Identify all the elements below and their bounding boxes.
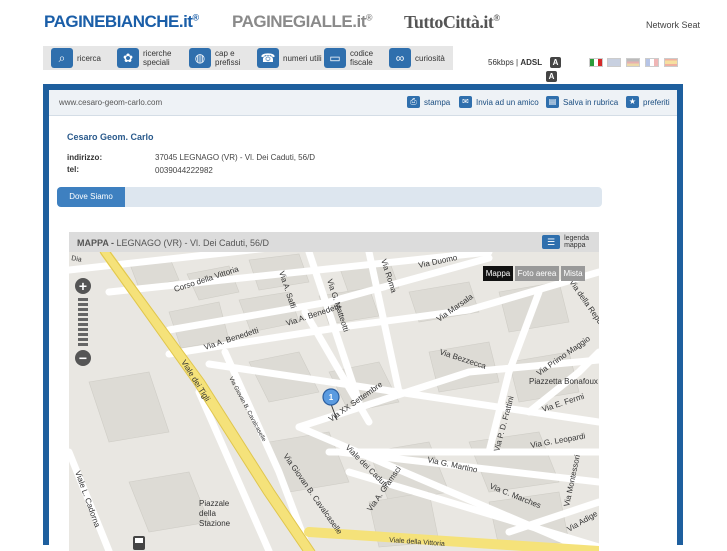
zoom-level-tick[interactable] bbox=[78, 323, 88, 326]
site-header: PAGINEBIANCHE.it® PAGINEGIALLE.it® Tutto… bbox=[0, 0, 727, 44]
flag-france-icon[interactable] bbox=[645, 58, 659, 67]
zoom-level-tick[interactable] bbox=[78, 343, 88, 346]
tel-label: tel: bbox=[67, 165, 79, 174]
font-size-badge-a[interactable]: A bbox=[550, 57, 561, 68]
tuttocitta-logo[interactable]: TuttoCittà.it® bbox=[404, 12, 500, 33]
map-header: MAPPA - LEGNAGO (VR) - Vl. Dei Caduti, 5… bbox=[69, 232, 599, 252]
zoom-out-button[interactable]: − bbox=[75, 350, 91, 366]
chain-icon: ∞ bbox=[389, 48, 411, 68]
tab-dove-siamo[interactable]: Dove Siamo bbox=[57, 187, 125, 207]
flag-germany-icon[interactable] bbox=[626, 58, 640, 67]
paginebianche-logo[interactable]: PAGINEBIANCHE.it® bbox=[44, 12, 199, 32]
map-title: MAPPA - LEGNAGO (VR) - Vl. Dei Caduti, 5… bbox=[77, 238, 270, 248]
website-link[interactable]: www.cesaro-geom-carlo.com bbox=[59, 98, 162, 107]
phone-icon: ☎ bbox=[257, 48, 279, 68]
zoom-level-tick[interactable] bbox=[78, 338, 88, 341]
speed-56k-link[interactable]: 56kbps bbox=[488, 58, 514, 67]
nav-item-ricerca[interactable]: ⌕ ricerca bbox=[51, 48, 117, 68]
search-icon: ⌕ bbox=[51, 48, 73, 68]
zoom-level-tick[interactable] bbox=[78, 313, 88, 316]
street-label: Stazione bbox=[199, 519, 231, 528]
addressbook-icon: ▤ bbox=[546, 96, 559, 108]
zoom-level-tick[interactable] bbox=[78, 298, 88, 301]
network-seat-link[interactable]: Network Seat bbox=[646, 20, 700, 30]
zoom-level-tick[interactable] bbox=[78, 328, 88, 331]
zoom-level-tick[interactable] bbox=[78, 333, 88, 336]
zoom-level-tick[interactable] bbox=[78, 308, 88, 311]
map-legend-button[interactable]: ☰ legenda mappa bbox=[542, 235, 589, 249]
nav-item-codice-fiscale[interactable]: ▭ codice fiscale bbox=[324, 48, 390, 68]
print-button[interactable]: ⎙ stampa bbox=[407, 96, 450, 108]
service-nav: ⌕ ricerca ✿ ricerche speciali ◍ cap e pr… bbox=[43, 46, 453, 70]
listing-toolbar: www.cesaro-geom-carlo.com ⎙ stampa ✉ Invia… bbox=[49, 90, 677, 116]
map-canvas: Corso della Vittoria Via A. Saffi Via G.… bbox=[69, 252, 599, 551]
zoom-in-button[interactable]: + bbox=[75, 278, 91, 294]
save-to-addressbook-button[interactable]: ▤ Salva in rubrica bbox=[546, 96, 618, 108]
nav-item-curiosita[interactable]: ∞ curiosità bbox=[389, 48, 455, 68]
nav-item-ricerche-speciali[interactable]: ✿ ricerche speciali bbox=[117, 48, 183, 68]
street-label: della bbox=[199, 509, 216, 518]
star-icon: ★ bbox=[626, 96, 639, 108]
flag-spain-icon[interactable] bbox=[664, 58, 678, 67]
speed-adsl-link[interactable]: ADSL bbox=[520, 58, 542, 67]
street-map[interactable]: Corso della Vittoria Via A. Saffi Via G.… bbox=[69, 252, 599, 551]
zoom-level-tick[interactable] bbox=[78, 318, 88, 321]
zoom-level-tick[interactable] bbox=[78, 303, 88, 306]
paginegialle-logo[interactable]: PAGINEGIALLE.it® bbox=[232, 12, 373, 32]
font-size-badge-b[interactable]: A bbox=[546, 71, 557, 82]
puzzle-icon: ✿ bbox=[117, 48, 139, 68]
address-value: 37045 LEGNAGO (VR) - Vl. Dei Caduti, 56/… bbox=[155, 153, 316, 162]
flag-italy-icon[interactable] bbox=[589, 58, 603, 67]
listing-panel: www.cesaro-geom-carlo.com ⎙ stampa ✉ Invia… bbox=[43, 84, 683, 551]
flag-uk-icon[interactable] bbox=[607, 58, 621, 67]
favorites-button[interactable]: ★ preferiti bbox=[626, 96, 670, 108]
send-to-friend-button[interactable]: ✉ Invia ad un amico bbox=[459, 96, 539, 108]
printer-icon: ⎙ bbox=[407, 96, 420, 108]
map-location: LEGNAGO (VR) - Vl. Dei Caduti, 56/D bbox=[116, 238, 270, 248]
street-label: Piazzale bbox=[199, 499, 230, 508]
nav-item-cap-prefissi[interactable]: ◍ cap e prefissi bbox=[189, 48, 255, 68]
address-label: indirizzo: bbox=[67, 153, 103, 162]
map-type-foto-button[interactable]: Foto aerea bbox=[515, 266, 559, 281]
map-type-mista-button[interactable]: Mista bbox=[561, 266, 585, 281]
list-icon: ☰ bbox=[542, 235, 561, 249]
zoom-control: + − bbox=[74, 278, 92, 378]
map-type-mappa-button[interactable]: Mappa bbox=[483, 266, 513, 281]
company-name: Cesaro Geom. Carlo bbox=[67, 132, 154, 142]
globe-icon: ◍ bbox=[189, 48, 211, 68]
connection-speed: 56kbps | ADSL bbox=[488, 58, 543, 67]
bus-stop-icon bbox=[133, 536, 145, 550]
tab-bar: Dove Siamo bbox=[57, 187, 602, 207]
card-icon: ▭ bbox=[324, 48, 346, 68]
envelope-icon: ✉ bbox=[459, 96, 472, 108]
tel-value: 0039044222982 bbox=[155, 166, 213, 175]
nav-item-numeri-utili[interactable]: ☎ numeri utili bbox=[257, 48, 323, 68]
marker-label: 1 bbox=[329, 393, 334, 402]
street-label: Piazzetta Bonafoux bbox=[529, 377, 598, 386]
